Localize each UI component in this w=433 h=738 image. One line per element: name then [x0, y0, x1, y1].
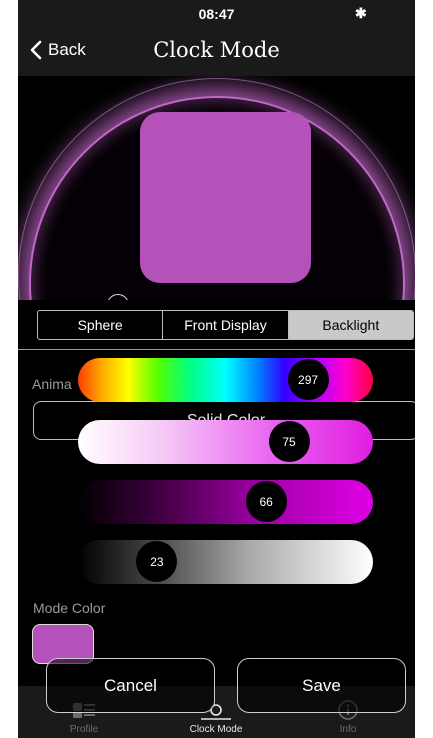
saturation-slider[interactable]: 75 [78, 420, 373, 464]
animation-label: Anima [32, 376, 72, 392]
saturation-slider-thumb[interactable]: 75 [268, 421, 310, 462]
mode-color-label: Mode Color [33, 600, 106, 616]
tab-clock-mode-label: Clock Mode [189, 724, 243, 735]
divider [18, 349, 415, 350]
back-label: Back [48, 40, 86, 59]
bluetooth-icon: ✱ [355, 5, 367, 21]
cancel-button[interactable]: Cancel [46, 658, 215, 713]
app-screen: 08:47 ✱ Back Clock Mode Sphere Front Dis… [18, 0, 415, 738]
hue-slider[interactable]: 297 [78, 358, 373, 402]
section-segmented-control: Sphere Front Display Backlight [37, 310, 414, 340]
value-slider-thumb[interactable]: 66 [245, 481, 287, 522]
status-bar: 08:47 ✱ [18, 0, 415, 28]
front-display-preview [140, 112, 311, 283]
tab-profile-label: Profile [69, 724, 99, 735]
chevron-left-icon [30, 40, 42, 60]
value-slider[interactable]: 66 [78, 480, 373, 524]
segment-front-display[interactable]: Front Display [163, 311, 289, 339]
tab-info-label: Info [339, 724, 357, 735]
hue-slider-thumb[interactable]: 297 [287, 359, 329, 400]
save-button[interactable]: Save [237, 658, 406, 713]
brightness-slider-thumb[interactable]: 23 [136, 541, 178, 582]
back-button[interactable]: Back [28, 40, 86, 60]
sphere-preview [18, 76, 415, 300]
segment-sphere[interactable]: Sphere [38, 311, 164, 339]
navigation-bar: Back Clock Mode [18, 28, 415, 76]
brightness-slider[interactable]: 23 [78, 540, 373, 584]
segment-backlight[interactable]: Backlight [288, 311, 413, 339]
